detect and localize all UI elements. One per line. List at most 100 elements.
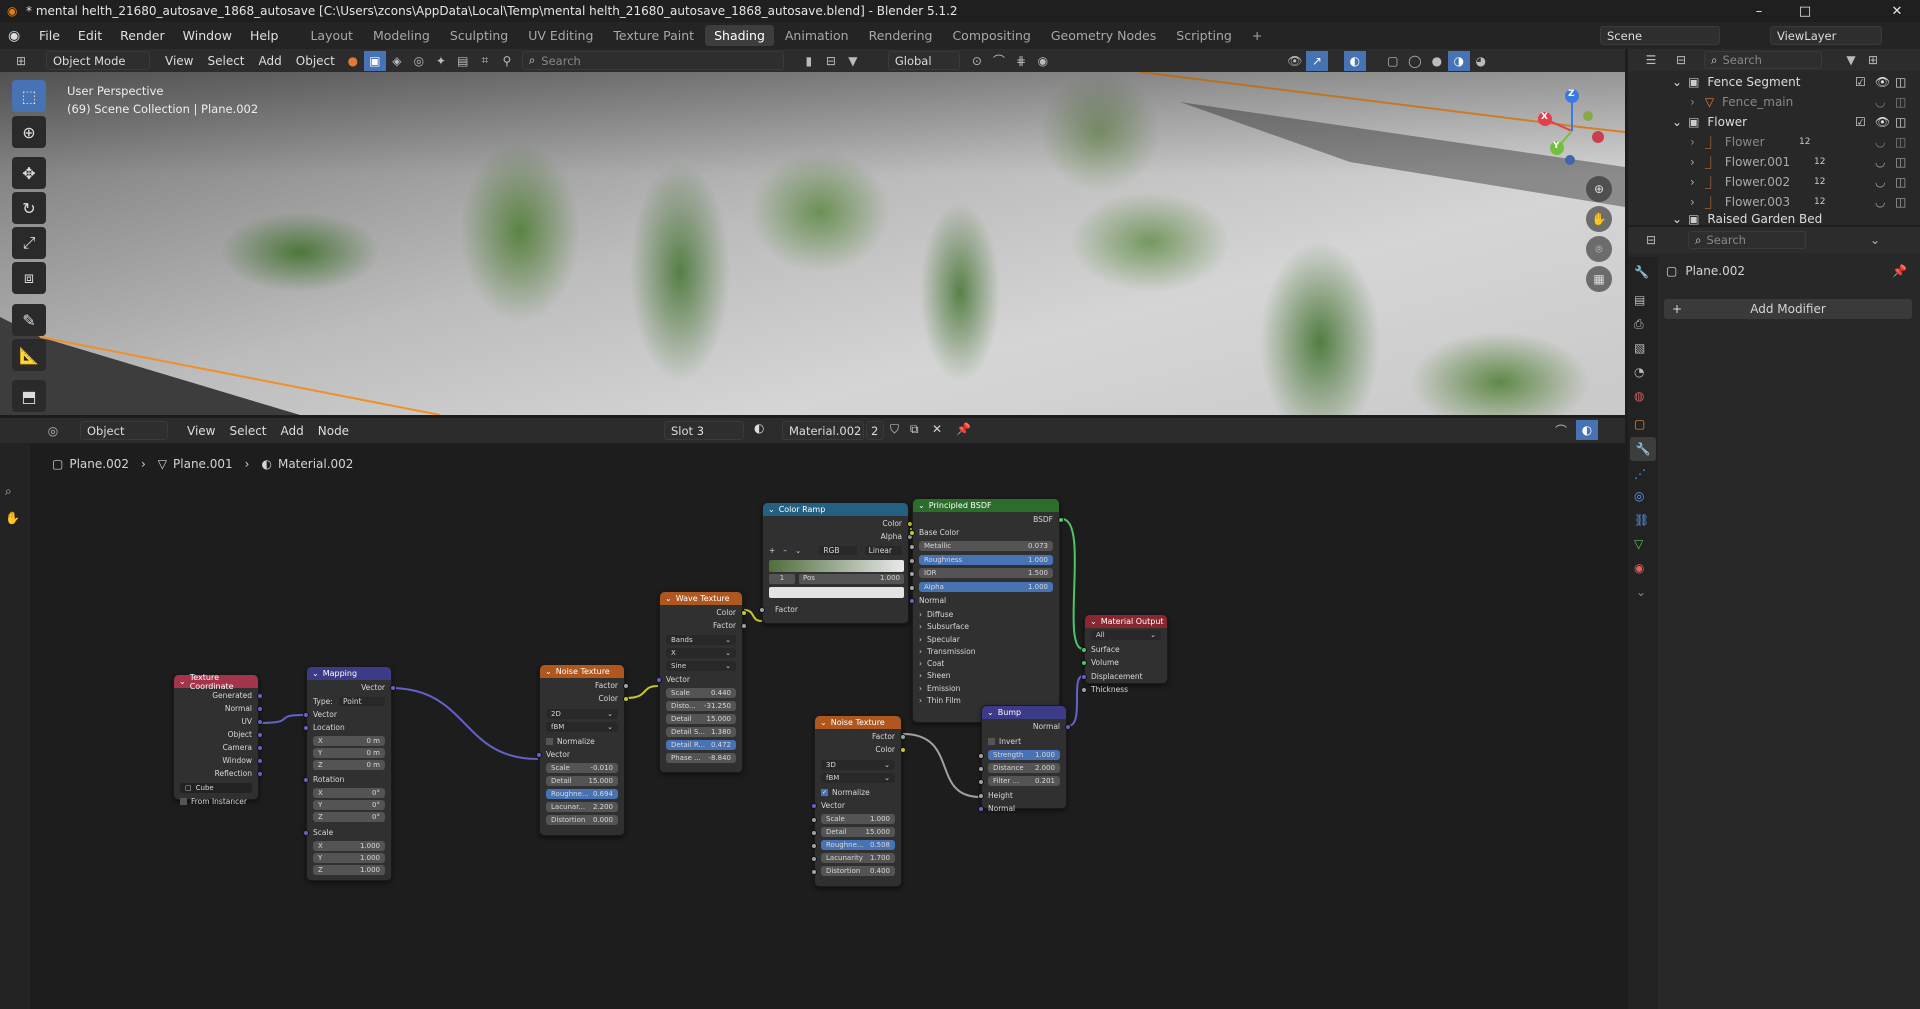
eye-icon[interactable]: 👁 xyxy=(1875,75,1890,89)
socket[interactable] xyxy=(909,598,915,604)
socket[interactable] xyxy=(978,753,984,759)
scale-field[interactable]: Scale 0.440 xyxy=(666,688,736,698)
socket[interactable] xyxy=(623,696,629,702)
location-z-field[interactable]: Z0 m xyxy=(313,760,385,770)
particles-tab-icon[interactable]: ⋰ xyxy=(1634,467,1646,481)
socket[interactable] xyxy=(623,683,629,689)
socket[interactable] xyxy=(811,869,817,875)
navigation-gizmo[interactable]: Z X Y xyxy=(1532,86,1612,166)
editor-type-icon[interactable]: ◎ xyxy=(42,421,64,441)
tab-modeling[interactable]: Modeling xyxy=(364,25,439,46)
eye-closed-icon[interactable]: ◡ xyxy=(1875,175,1885,189)
material-output-node[interactable]: ⌄ Material Output All ⌄ Surface Volume Dis… xyxy=(1081,614,1168,694)
rotation-z-field[interactable]: Z 0° xyxy=(313,812,385,822)
socket[interactable] xyxy=(811,830,817,836)
object-field[interactable]: ▢ Cube xyxy=(180,783,252,793)
object-tab-icon[interactable]: ▢ xyxy=(1634,417,1645,431)
material-name-field[interactable]: Material.002 xyxy=(782,421,864,440)
metallic-field[interactable]: Metallic 0.073 xyxy=(919,541,1053,551)
socket[interactable] xyxy=(257,719,263,725)
from-instancer-checkbox[interactable]: From Instancer xyxy=(180,796,252,807)
remove-stop-icon[interactable]: – xyxy=(783,546,787,555)
output-tab-icon[interactable]: ⎙ xyxy=(1634,317,1644,332)
outliner-row[interactable]: ⌄ ▣ Flower ☑ 👁 ◫ xyxy=(1628,112,1920,132)
socket[interactable] xyxy=(303,830,309,836)
alpha-field[interactable]: Alpha 1.000 xyxy=(919,582,1053,592)
socket[interactable] xyxy=(909,558,915,564)
panel-sheen[interactable]: › Sheen xyxy=(919,670,1053,681)
lacunarity-field[interactable]: Lacunarity 1.700 xyxy=(821,853,895,863)
outliner-search-input[interactable]: ⌕ Search xyxy=(1704,51,1822,69)
camera-icon[interactable]: ◫ xyxy=(1895,195,1906,209)
pin-icon[interactable]: 📌 xyxy=(1892,264,1907,278)
socket[interactable] xyxy=(978,766,984,772)
bump-node[interactable]: ⌄ Bump Normal Invert Strength 1.000 Distan… xyxy=(978,705,1071,813)
add-stop-icon[interactable]: + xyxy=(769,546,775,555)
socket[interactable] xyxy=(390,685,396,691)
data-tab-icon[interactable]: ▽ xyxy=(1634,537,1643,551)
socket[interactable] xyxy=(1081,647,1087,653)
scale-x-field[interactable]: X 1.000 xyxy=(313,841,385,851)
socket[interactable] xyxy=(257,706,263,712)
zoom-icon[interactable]: ⊕ xyxy=(1586,176,1612,202)
viewport-menu-select[interactable]: Select xyxy=(200,52,251,70)
eye-closed-icon[interactable]: ◡ xyxy=(1875,155,1885,169)
add-cube-tool-icon[interactable]: ⬒ xyxy=(12,380,46,412)
noise-type-dropdown[interactable]: fBM ⌄ xyxy=(546,722,618,732)
rendered-shading-icon[interactable]: ◕ xyxy=(1470,51,1492,71)
select-tool-icon[interactable]: ⬚ xyxy=(12,80,46,112)
tab-geometry-nodes[interactable]: Geometry Nodes xyxy=(1042,25,1165,46)
socket[interactable] xyxy=(811,803,817,809)
panel-diffuse[interactable]: › Diffuse xyxy=(919,609,1053,620)
move-tool-icon[interactable]: ✥ xyxy=(12,157,46,189)
camera-view-icon[interactable]: ⌾ xyxy=(1586,236,1612,262)
eye-closed-icon[interactable]: ◡ xyxy=(1875,95,1885,109)
tab-shading[interactable]: Shading xyxy=(705,25,774,46)
transform-tool-icon[interactable]: ⧈ xyxy=(12,262,46,294)
noise-texture-node[interactable]: ⌄ Noise Texture Factor Color 2D ⌄ fBM ⌄ Nor… xyxy=(536,664,629,836)
properties-editor-type-icon[interactable]: ⊟ xyxy=(1640,230,1662,250)
wave-type-dropdown[interactable]: Bands ⌄ xyxy=(666,635,736,645)
close-button[interactable]: ✕ xyxy=(1874,0,1920,22)
socket[interactable] xyxy=(1081,660,1087,666)
wireframe-shading-icon[interactable]: ◯ xyxy=(1404,51,1426,71)
node-menu-view[interactable]: View xyxy=(180,422,222,440)
add-workspace-icon[interactable]: + xyxy=(1243,25,1271,46)
ior-field[interactable]: IOR 1.500 xyxy=(919,568,1053,578)
overlay-toggle-icon[interactable]: ◐ xyxy=(1576,420,1598,440)
dimensions-dropdown[interactable]: 2D ⌄ xyxy=(546,709,618,719)
socket[interactable] xyxy=(656,677,662,683)
tab-texture-paint[interactable]: Texture Paint xyxy=(604,25,703,46)
socket[interactable] xyxy=(909,585,915,591)
invert-checkbox[interactable]: Invert xyxy=(988,736,1060,747)
scale-field[interactable]: Scale 1.000 xyxy=(821,814,895,824)
xray-icon[interactable]: ▢ xyxy=(1382,51,1404,71)
scale-field[interactable]: Scale -0.010 xyxy=(546,763,618,773)
distortion-field[interactable]: Distortion 0.000 xyxy=(546,815,618,825)
detail-field[interactable]: Detail 15.000 xyxy=(666,714,736,724)
socket[interactable] xyxy=(978,793,984,799)
world-tab-icon[interactable]: ◍ xyxy=(1634,389,1644,403)
rotation-x-field[interactable]: X 0° xyxy=(313,788,385,798)
pin-icon[interactable]: 📌 xyxy=(956,422,971,436)
direction-dropdown[interactable]: X ⌄ xyxy=(666,648,736,658)
proportional-edit-icon[interactable]: ◉ xyxy=(1032,51,1054,71)
socket[interactable] xyxy=(811,856,817,862)
physics-tab-icon[interactable]: ◎ xyxy=(1634,489,1644,503)
outliner-row[interactable]: ⌄ ▣ Fence Segment ☑ 👁 ◫ xyxy=(1628,72,1920,92)
panel-coat[interactable]: › Coat xyxy=(919,658,1053,669)
fake-user-icon[interactable]: ⛉ xyxy=(890,422,899,437)
menu-render[interactable]: Render xyxy=(111,28,174,43)
socket[interactable] xyxy=(257,758,263,764)
camera-icon[interactable]: ▤ xyxy=(452,51,474,71)
outliner-row[interactable]: › ⏌ Flower.001 12 ◡ ◫ xyxy=(1628,152,1920,172)
location-y-field[interactable]: Y0 m xyxy=(313,748,385,758)
chevron-down-icon[interactable]: ⌄ xyxy=(1864,230,1886,250)
eye-icon[interactable]: 👁 xyxy=(1875,115,1890,129)
scale-z-field[interactable]: Z 1.000 xyxy=(313,865,385,875)
chevron-down-icon[interactable]: ⌄ xyxy=(1672,115,1682,129)
node-menu-add[interactable]: Add xyxy=(274,422,311,440)
panel-emission[interactable]: › Emission xyxy=(919,683,1053,694)
mode-selector[interactable]: Object Mode xyxy=(46,51,150,70)
tab-uv-editing[interactable]: UV Editing xyxy=(519,25,602,46)
